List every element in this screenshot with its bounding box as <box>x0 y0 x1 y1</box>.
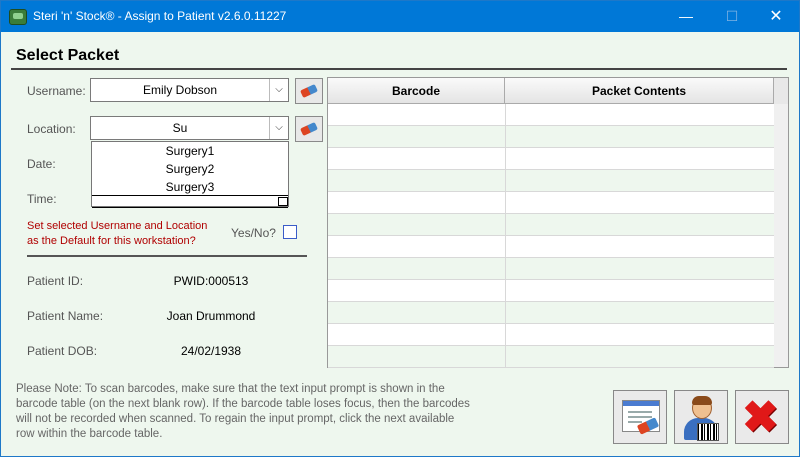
barcode-cell[interactable] <box>328 280 506 301</box>
barcode-cell[interactable] <box>328 214 506 235</box>
table-row[interactable] <box>328 214 774 236</box>
chevron-down-icon[interactable]: ⌵ <box>269 79 288 101</box>
assign-to-patient-window: Steri 'n' Stock® - Assign to Patient v2.… <box>0 0 800 457</box>
location-value: Su <box>172 121 188 135</box>
patient-name-label: Patient Name: <box>27 309 104 323</box>
table-row[interactable] <box>328 104 774 126</box>
barcode-cell[interactable] <box>328 170 506 191</box>
table-scrollbar[interactable] <box>774 104 788 367</box>
app-icon <box>9 9 27 25</box>
barcode-cell[interactable] <box>328 192 506 213</box>
barcode-cell[interactable] <box>328 346 506 367</box>
dropdown-option[interactable]: Surgery1 <box>92 144 288 158</box>
barcode-cell[interactable] <box>328 324 506 345</box>
window-title: Steri 'n' Stock® - Assign to Patient v2.… <box>33 9 287 23</box>
resize-grip-icon[interactable] <box>278 197 288 206</box>
dropdown-resize-bar[interactable] <box>92 195 288 208</box>
red-x-icon: ✖ <box>742 393 779 442</box>
table-row[interactable] <box>328 302 774 324</box>
table-row[interactable] <box>328 258 774 280</box>
table-row[interactable] <box>328 148 774 170</box>
username-label: Username: <box>27 84 86 98</box>
username-value: Emily Dobson <box>142 83 218 97</box>
table-row[interactable] <box>328 280 774 302</box>
default-workstation-note: Set selected Username and Location as th… <box>27 219 207 249</box>
barcode-cell[interactable] <box>328 148 506 169</box>
dropdown-option[interactable]: Surgery3 <box>92 180 288 194</box>
eraser-icon <box>300 83 318 99</box>
time-label: Time: <box>27 192 57 206</box>
default-note-line1: Set selected Username and Location <box>27 220 208 232</box>
clear-location-button[interactable] <box>295 116 323 142</box>
eraser-icon <box>300 121 318 137</box>
default-checkbox[interactable] <box>283 225 297 239</box>
minimize-button[interactable]: — <box>663 1 709 32</box>
close-button[interactable]: ✕ <box>753 1 799 32</box>
cancel-button[interactable]: ✖ <box>735 390 789 444</box>
scan-instructions: Please Note: To scan barcodes, make sure… <box>16 383 470 440</box>
maximize-button[interactable]: ☐ <box>709 1 755 32</box>
barcode-cell[interactable] <box>328 302 506 323</box>
barcode-cell[interactable] <box>328 236 506 257</box>
location-dropdown-list[interactable]: Surgery1 Surgery2 Surgery3 <box>91 141 289 208</box>
location-combo[interactable]: Su ⌵ <box>90 116 289 140</box>
username-combo[interactable]: Emily Dobson ⌵ <box>90 78 289 102</box>
table-row[interactable] <box>328 170 774 192</box>
default-note-line2: as the Default for this workstation? <box>27 235 196 247</box>
location-label: Location: <box>27 122 76 136</box>
column-header-barcode[interactable]: Barcode <box>328 78 505 104</box>
table-row[interactable] <box>328 126 774 148</box>
header-divider <box>11 68 787 70</box>
title-bar[interactable]: Steri 'n' Stock® - Assign to Patient v2.… <box>1 1 799 32</box>
patient-id-label: Patient ID: <box>27 274 84 288</box>
patient-name-value: Joan Drummond <box>166 309 256 323</box>
yesno-label: Yes/No? <box>231 226 276 240</box>
table-row[interactable] <box>328 346 774 368</box>
chevron-down-icon[interactable]: ⌵ <box>269 117 288 139</box>
date-label: Date: <box>27 157 56 171</box>
patient-id-value: PWID:000513 <box>173 274 249 288</box>
table-row[interactable] <box>328 324 774 346</box>
clear-form-button[interactable] <box>613 390 667 444</box>
barcode-cell[interactable] <box>328 126 506 147</box>
barcode-cell[interactable] <box>328 104 506 125</box>
assign-to-patient-button[interactable] <box>674 390 728 444</box>
patient-hair-icon <box>692 396 712 405</box>
column-header-packet-contents[interactable]: Packet Contents <box>505 78 774 104</box>
page-title: Select Packet <box>16 47 120 64</box>
section-divider <box>27 255 307 257</box>
table-row[interactable] <box>328 236 774 258</box>
dropdown-option[interactable]: Surgery2 <box>92 162 288 176</box>
barcode-icon <box>697 423 719 441</box>
patient-dob-value: 24/02/1938 <box>180 344 242 358</box>
clear-username-button[interactable] <box>295 78 323 104</box>
barcode-table[interactable]: Barcode Packet Contents <box>327 77 789 368</box>
table-row[interactable] <box>328 192 774 214</box>
barcode-cell[interactable] <box>328 258 506 279</box>
patient-dob-label: Patient DOB: <box>27 344 98 358</box>
